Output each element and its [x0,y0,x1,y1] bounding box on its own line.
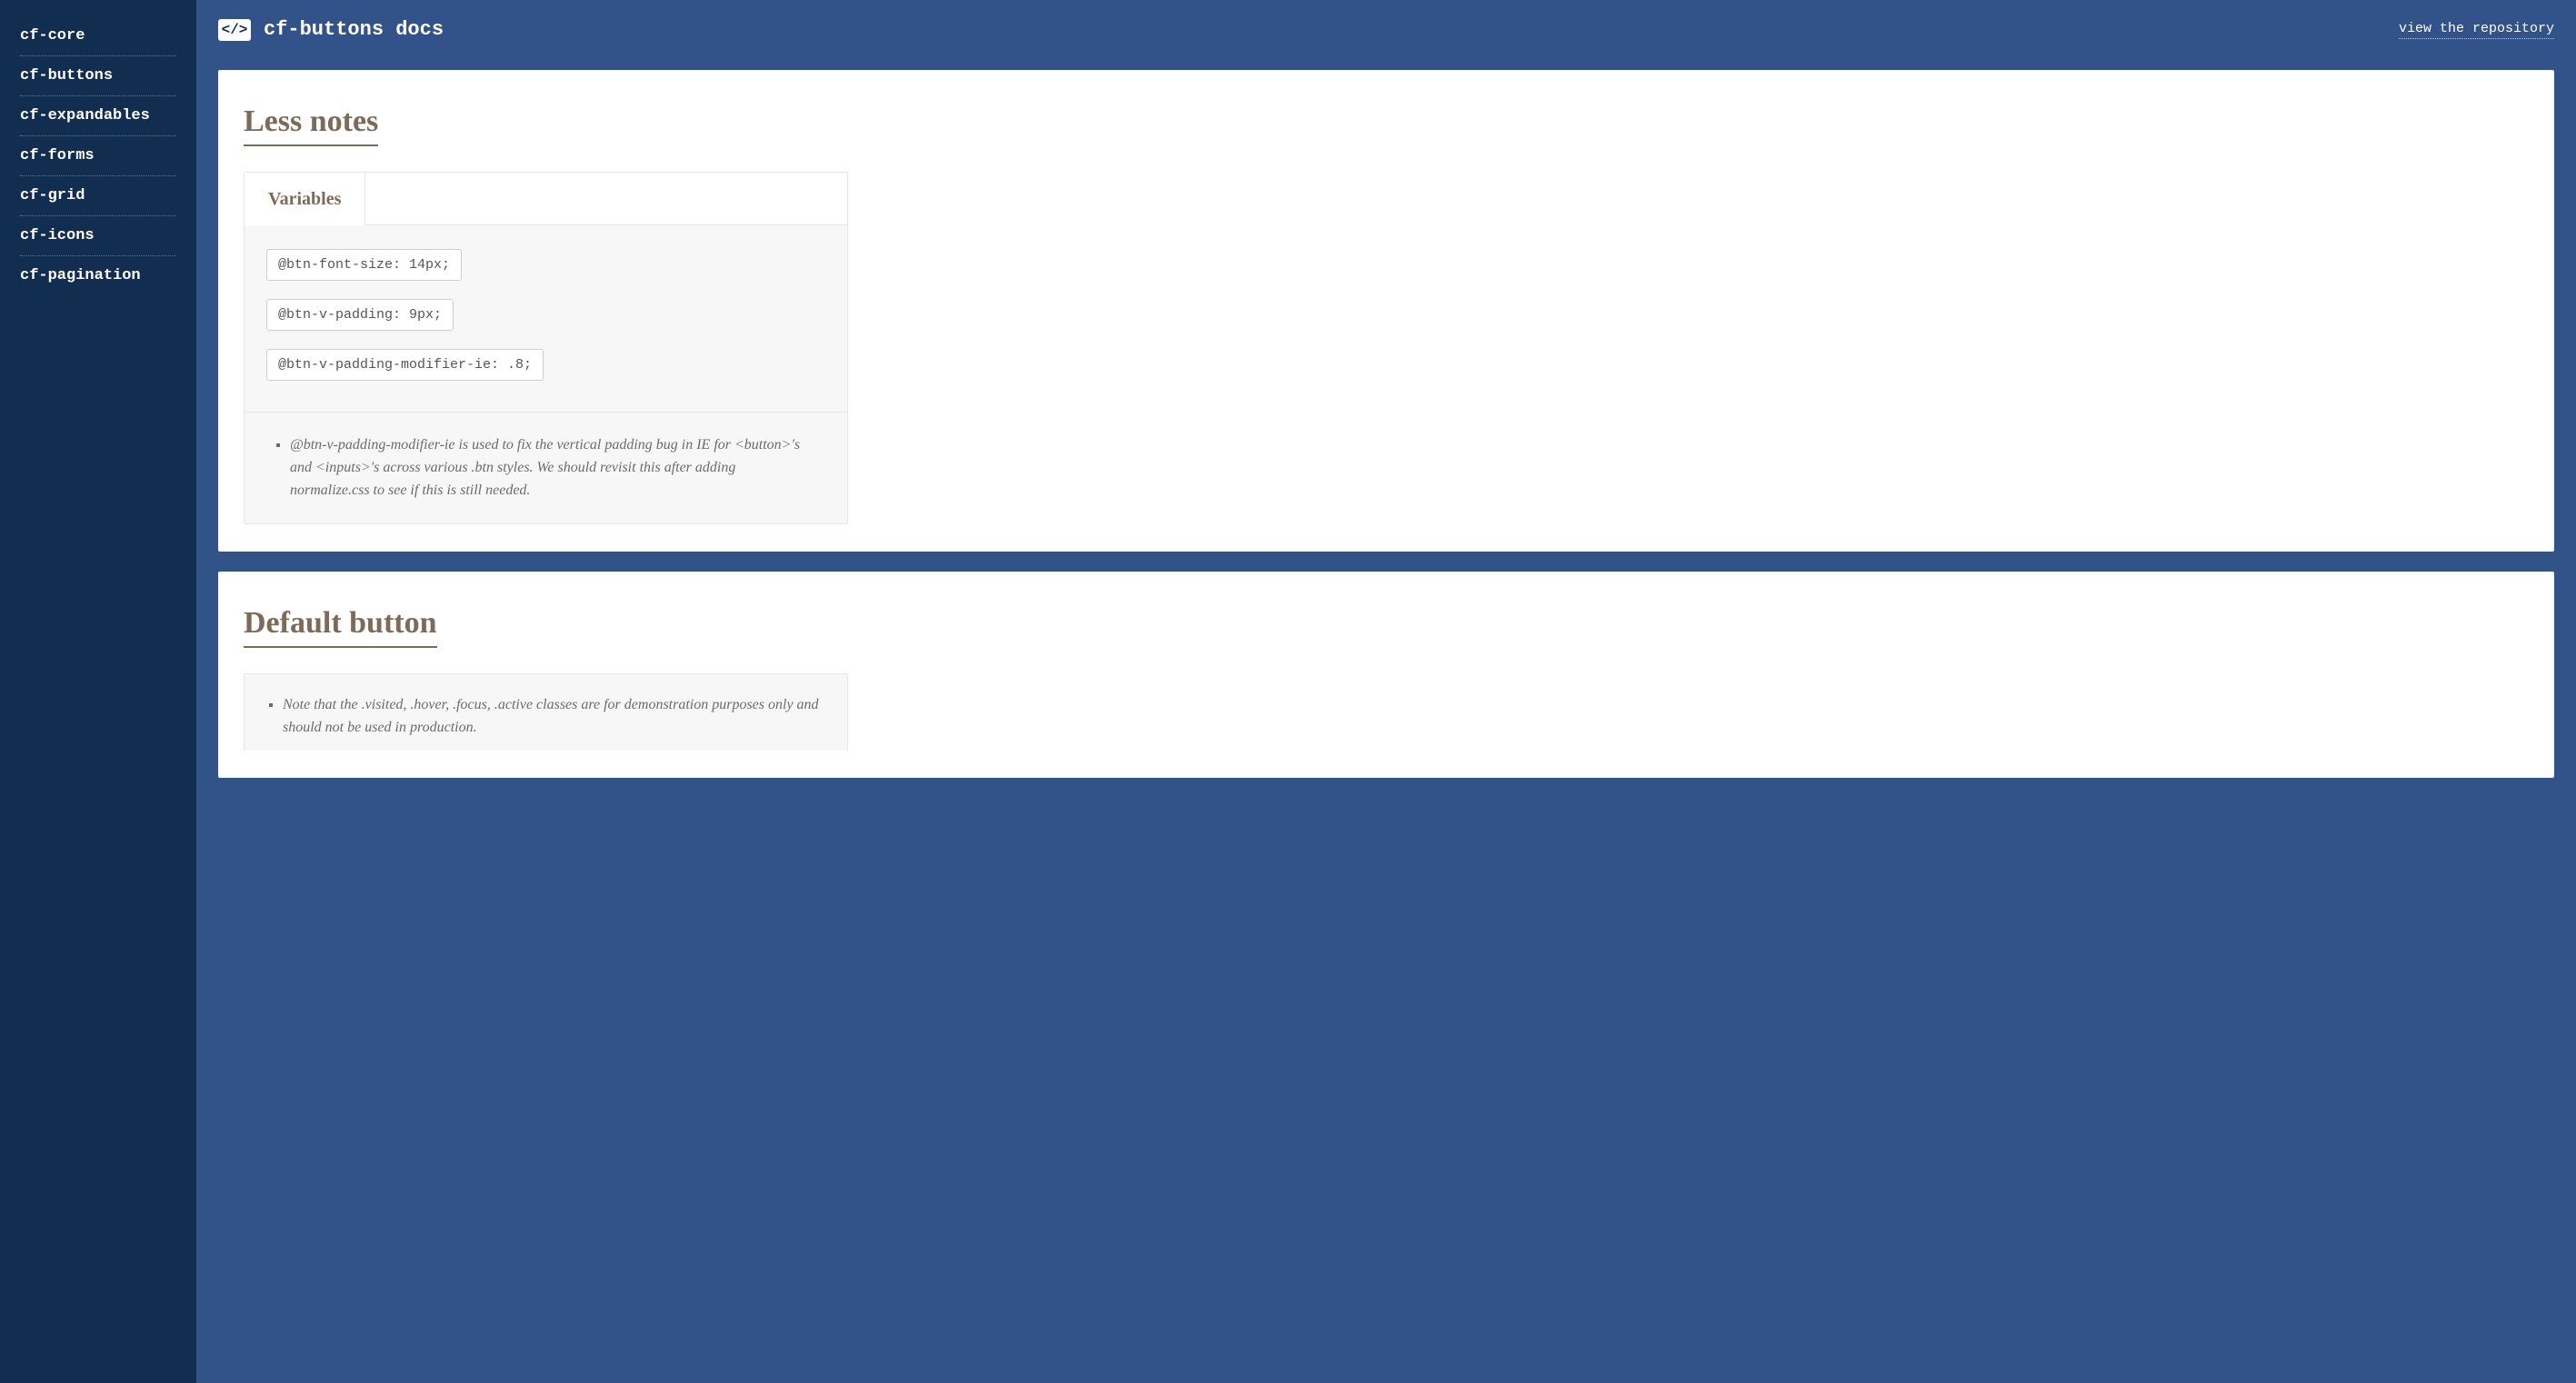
sidebar: cf-core cf-buttons cf-expandables cf-for… [0,0,196,1383]
page-title: cf-buttons docs [264,18,444,41]
topbar: </> cf-buttons docs view the repository [196,0,2576,50]
sidebar-item-cf-icons[interactable]: cf-icons [0,216,196,255]
sidebar-item-cf-expandables[interactable]: cf-expandables [0,96,196,135]
notes-panel: @btn-v-padding-modifier-ie is used to fi… [245,412,847,523]
code-snippet: @btn-v-padding-modifier-ie: .8; [266,349,544,381]
sidebar-item-cf-forms[interactable]: cf-forms [0,136,196,175]
section-default-button: Default button Note that the .visited, .… [218,572,2554,778]
section-less-notes: Less notes Variables @btn-font-size: 14p… [218,70,2554,552]
code-snippet: @btn-v-padding: 9px; [266,299,454,331]
section-heading-default-button: Default button [244,606,437,648]
tab-panel-variables: @btn-font-size: 14px; @btn-v-padding: 9p… [245,225,847,412]
section-heading-less-notes: Less notes [244,104,378,146]
sidebar-item-cf-pagination[interactable]: cf-pagination [0,256,196,295]
sidebar-item-cf-core[interactable]: cf-core [0,16,196,55]
main-content: </> cf-buttons docs view the repository … [196,0,2576,1383]
tab-variables[interactable]: Variables [245,173,365,225]
sidebar-item-cf-buttons[interactable]: cf-buttons [0,56,196,95]
view-repository-link[interactable]: view the repository [2399,21,2554,39]
sidebar-item-cf-grid[interactable]: cf-grid [0,176,196,215]
code-snippet: @btn-font-size: 14px; [266,249,462,281]
code-icon: </> [218,19,251,41]
tabs-row: Variables [245,173,847,225]
note-text: @btn-v-padding-modifier-ie is used to fi… [290,434,818,502]
note-text: Note that the .visited, .hover, .focus, … [283,694,822,740]
tabs-container: Variables @btn-font-size: 14px; @btn-v-p… [244,172,848,524]
notes-panel: Note that the .visited, .hover, .focus, … [244,673,848,751]
